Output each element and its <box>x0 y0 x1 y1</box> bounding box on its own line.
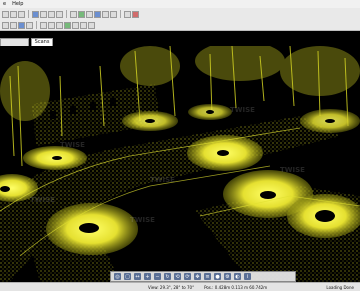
zoom-tool-icon[interactable] <box>26 21 33 29</box>
pointer-icon[interactable] <box>2 21 9 29</box>
view-tabs: Scans <box>0 38 55 46</box>
register-icon[interactable] <box>78 10 85 18</box>
measure-icon[interactable]: ↔ <box>134 273 141 280</box>
toolbar-separator <box>120 10 121 18</box>
watermark-logo: TWISE <box>280 166 305 174</box>
rotate-right-icon[interactable]: ⟳ <box>184 273 191 280</box>
top-view-icon[interactable] <box>40 21 47 29</box>
measure-tool-icon[interactable] <box>110 10 117 18</box>
info-icon[interactable]: i <box>244 273 251 280</box>
rotate-left-icon[interactable]: ⟲ <box>174 273 181 280</box>
zoom-in-icon[interactable]: + <box>144 273 151 280</box>
settings-icon[interactable]: ⚙ <box>224 273 231 280</box>
status-view: View: 29.3°, 28° to 70° <box>148 284 195 290</box>
sphere-icon[interactable]: ● <box>214 273 221 280</box>
delete-icon[interactable] <box>132 10 139 18</box>
tab-scans[interactable]: Scans <box>30 38 54 46</box>
select-icon[interactable] <box>70 10 77 18</box>
watermark-logo: TWISE <box>230 106 255 114</box>
toolbar-separator <box>66 10 67 18</box>
pan-icon[interactable]: ✥ <box>194 273 201 280</box>
watermark-logo: TWISE <box>60 141 85 149</box>
section-icon[interactable] <box>72 21 79 29</box>
save-icon[interactable] <box>18 10 25 18</box>
target-icon[interactable]: ◎ <box>114 273 121 280</box>
point-cloud-viewport[interactable]: TWISE TWISE TWISE TWISE TWISE TWISE <box>0 46 360 282</box>
toolbar-row-1 <box>0 9 139 19</box>
window <box>110 98 116 106</box>
rotate-icon[interactable]: ↻ <box>164 273 171 280</box>
fullscreen-icon[interactable]: ▢ <box>124 273 131 280</box>
color-icon[interactable]: ◐ <box>234 273 241 280</box>
toolbar-separator <box>28 10 29 18</box>
import-icon[interactable] <box>32 10 39 18</box>
menu-item-edit[interactable]: e <box>0 0 9 8</box>
layers-icon[interactable]: ≡ <box>204 273 211 280</box>
view-icon[interactable] <box>94 10 101 18</box>
status-position: Pos.: 0.428m 0.113 m 60.742m <box>204 284 268 290</box>
watermark-logo: TWISE <box>30 196 55 204</box>
front-view-icon[interactable] <box>48 21 55 29</box>
window <box>90 102 96 110</box>
pan-tool-icon[interactable] <box>10 21 17 29</box>
side-view-icon[interactable] <box>56 21 63 29</box>
lighting-icon[interactable] <box>88 21 95 29</box>
window <box>70 106 76 114</box>
zoom-out-icon[interactable]: − <box>154 273 161 280</box>
toolbar-separator <box>36 21 37 29</box>
watermark-logo: TWISE <box>150 176 175 184</box>
export-icon[interactable] <box>40 10 47 18</box>
grid-icon[interactable] <box>102 10 109 18</box>
viewport-toolbar: ◎ ▢ ↔ + − ↻ ⟲ ⟳ ✥ ≡ ● ⚙ ◐ i <box>110 271 296 282</box>
status-state: Loading Done <box>326 284 354 290</box>
window <box>50 111 56 119</box>
filter-icon[interactable] <box>86 10 93 18</box>
menu-item-help[interactable]: Help <box>9 0 26 8</box>
clip-box-icon[interactable] <box>64 21 71 29</box>
point-cloud-render <box>0 46 360 282</box>
toolbar-row-2 <box>0 20 95 30</box>
undo-icon[interactable] <box>48 10 55 18</box>
new-icon[interactable] <box>2 10 9 18</box>
tab-label: Scans <box>34 39 50 45</box>
point-size-icon[interactable] <box>80 21 87 29</box>
redo-icon[interactable] <box>56 10 63 18</box>
tab-project[interactable] <box>0 38 29 46</box>
main-toolbar <box>0 8 360 31</box>
orbit-icon[interactable] <box>18 21 25 29</box>
camera-icon[interactable] <box>124 10 131 18</box>
menu-bar: e Help <box>0 0 360 8</box>
watermark-logo: TWISE <box>130 216 155 224</box>
open-icon[interactable] <box>10 10 17 18</box>
